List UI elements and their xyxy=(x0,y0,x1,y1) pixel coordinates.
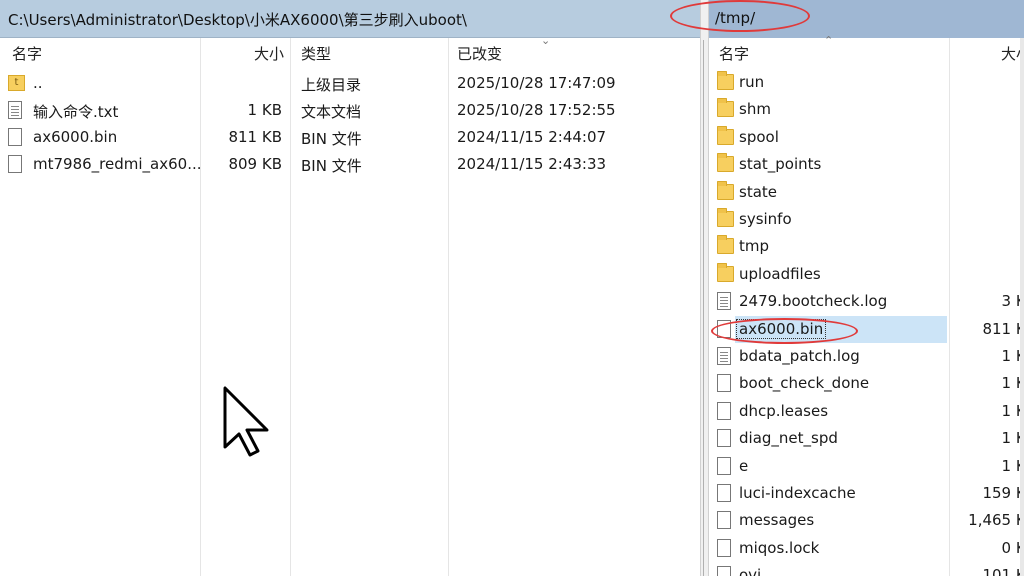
remote-file-row[interactable]: messages 1,465 KB xyxy=(709,507,1024,534)
remote-file-name: state xyxy=(739,182,777,201)
remote-column-header-name[interactable]: 名字 ⌃ xyxy=(709,34,949,68)
folder-icon xyxy=(717,180,734,200)
local-path-bar[interactable]: C:\Users\Administrator\Desktop\小米AX6000\… xyxy=(0,0,700,38)
text-file-icon xyxy=(8,101,22,119)
remote-file-size: 159 KB xyxy=(982,484,1024,502)
splitter-line xyxy=(703,40,704,576)
remote-file-name: 2479.bootcheck.log xyxy=(739,292,888,311)
blank-file-icon xyxy=(717,511,731,530)
sort-chevron-down-icon: ⌄ xyxy=(541,34,551,47)
remote-file-name: stat_points xyxy=(739,155,822,174)
mouse-pointer-icon xyxy=(223,386,269,457)
remote-file-row[interactable]: uploadfiles xyxy=(709,261,1024,288)
remote-file-name: e xyxy=(739,456,749,475)
local-file-row[interactable]: t .. 上级目录 2025/10/28 17:47:09 xyxy=(0,70,700,97)
remote-file-name: shm xyxy=(739,100,771,119)
vertical-scrollbar[interactable] xyxy=(1020,38,1024,576)
remote-file-row[interactable]: shm xyxy=(709,96,1024,123)
local-path-text: C:\Users\Administrator\Desktop\小米AX6000\… xyxy=(8,11,467,29)
remote-file-row[interactable]: ovi 101 KB xyxy=(709,562,1024,576)
remote-file-name: messages xyxy=(739,511,815,530)
column-header-type[interactable]: 类型 xyxy=(290,38,448,68)
text-file-icon xyxy=(717,292,731,311)
remote-file-row[interactable]: diag_net_spd1 KB xyxy=(709,425,1024,452)
folder-icon xyxy=(717,125,734,145)
folder-icon xyxy=(717,71,734,90)
remote-file-name: diag_net_spd xyxy=(739,429,838,448)
file-icon xyxy=(8,128,22,146)
remote-file-row[interactable]: run xyxy=(709,69,1024,96)
remote-file-name: miqos.lock xyxy=(739,538,820,557)
remote-file-row[interactable]: boot_check_done1 KB xyxy=(709,370,1024,397)
remote-file-row[interactable]: e1 KB xyxy=(709,453,1024,480)
text-file-icon xyxy=(717,347,731,365)
blank-file-icon xyxy=(717,401,731,420)
remote-file-row[interactable]: stat_points xyxy=(709,151,1024,178)
blank-file-icon xyxy=(717,374,731,393)
remote-file-name: sysinfo xyxy=(739,210,792,228)
file-icon xyxy=(8,155,22,173)
remote-file-row[interactable]: luci-indexcache 159 KB xyxy=(709,480,1024,507)
annotation-ellipse-path xyxy=(670,0,810,32)
local-file-row[interactable]: mt7986_redmi_ax60... 809 KB BIN 文件 2024/… xyxy=(0,151,700,178)
folder-icon xyxy=(717,262,734,282)
remote-file-size: 1,465 KB xyxy=(968,511,1024,530)
blank-file-icon xyxy=(717,566,731,576)
column-header-modified[interactable]: 已改变 ⌄ xyxy=(448,34,700,68)
blank-file-icon xyxy=(717,429,731,448)
remote-file-name: luci-indexcache xyxy=(739,484,856,502)
blank-file-icon xyxy=(717,456,731,475)
annotation-ellipse-file xyxy=(711,318,858,344)
remote-file-row[interactable]: 2479.bootcheck.log3 KB xyxy=(709,288,1024,315)
folder-icon xyxy=(717,98,734,118)
remote-file-row[interactable]: sysinfo xyxy=(709,206,1024,233)
remote-file-name: ovi xyxy=(739,566,762,576)
up-folder-icon: t xyxy=(8,75,25,91)
local-file-row[interactable]: ax6000.bin 811 KB BIN 文件 2024/11/15 2:44… xyxy=(0,124,700,151)
remote-file-size: 101 KB xyxy=(982,566,1024,576)
remote-file-row[interactable]: dhcp.leases1 KB xyxy=(709,398,1024,425)
column-header-size[interactable]: 大小 xyxy=(200,38,290,68)
remote-file-row[interactable]: tmp xyxy=(709,233,1024,260)
local-file-pane: C:\Users\Administrator\Desktop\小米AX6000\… xyxy=(0,0,700,576)
remote-file-name: tmp xyxy=(739,237,770,256)
remote-file-size: 811 KB xyxy=(982,319,1024,338)
blank-file-icon xyxy=(717,484,731,502)
remote-file-name: dhcp.leases xyxy=(739,401,829,420)
sort-chevron-up-icon: ⌃ xyxy=(824,34,834,47)
remote-column-header-size[interactable]: 大小 xyxy=(949,38,1024,68)
remote-file-row[interactable]: bdata_patch.log1 KB xyxy=(709,343,1024,370)
remote-file-name: boot_check_done xyxy=(739,374,870,393)
remote-file-row[interactable]: state xyxy=(709,179,1024,206)
column-header-name[interactable]: 名字 xyxy=(0,38,200,68)
folder-icon xyxy=(717,235,734,255)
local-file-row[interactable]: 输入命令.txt 1 KB 文本文档 2025/10/28 17:52:55 xyxy=(0,97,700,124)
remote-file-name: uploadfiles xyxy=(739,264,821,283)
pane-splitter[interactable] xyxy=(700,0,709,576)
remote-file-row[interactable]: spool xyxy=(709,124,1024,151)
remote-file-name: bdata_patch.log xyxy=(739,347,860,365)
folder-icon xyxy=(717,153,734,173)
remote-file-name: run xyxy=(739,73,765,91)
remote-file-row[interactable]: miqos.lock0 KB xyxy=(709,535,1024,562)
remote-file-pane: /tmp/ 名字 ⌃ 大小 runshmspoolstat_pointsstat… xyxy=(709,0,1024,576)
blank-file-icon xyxy=(717,538,731,557)
remote-file-name: spool xyxy=(739,127,779,146)
folder-icon xyxy=(717,208,734,227)
